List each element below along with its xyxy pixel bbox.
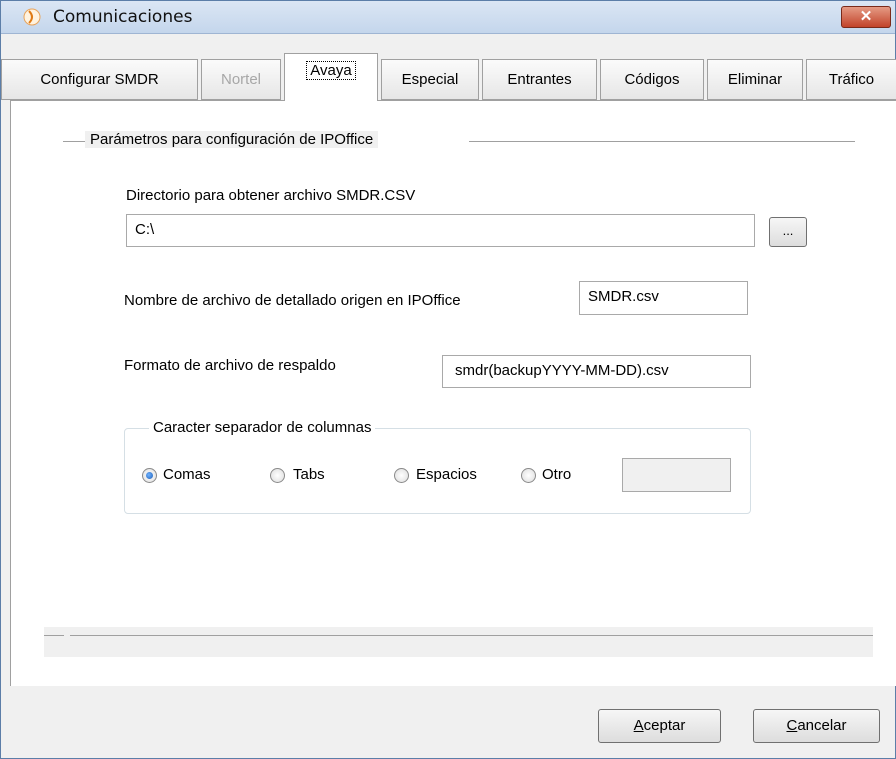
separator-legend: Caracter separador de columnas — [149, 419, 376, 436]
radio-otro-label[interactable]: Otro — [542, 466, 571, 483]
window-title: Comunicaciones — [53, 7, 193, 27]
cancel-label: ancelar — [797, 717, 847, 734]
radio-espacios-label[interactable]: Espacios — [416, 466, 477, 483]
radio-otro[interactable] — [521, 468, 536, 483]
app-logo-icon — [23, 8, 41, 26]
tab-especial[interactable]: Especial — [381, 59, 479, 100]
group-divider-left — [63, 141, 85, 142]
radio-comas-label[interactable]: Comas — [163, 466, 211, 483]
accept-button[interactable]: Aceptar — [598, 709, 721, 743]
tab-strip: Configurar SMDR Nortel Avaya Especial En… — [1, 53, 896, 101]
backup-format-label: Formato de archivo de respaldo — [124, 357, 336, 374]
tab-entrantes[interactable]: Entrantes — [482, 59, 597, 100]
accept-mnemonic: A — [633, 717, 644, 734]
close-button[interactable]: ✕ — [841, 6, 891, 28]
tab-eliminar[interactable]: Eliminar — [707, 59, 803, 100]
bottom-divider-left — [44, 635, 64, 636]
bottom-divider-right — [70, 635, 873, 636]
directory-label: Directorio para obtener archivo SMDR.CSV — [126, 187, 416, 204]
source-file-label: Nombre de archivo de detallado origen en… — [124, 292, 461, 309]
tab-codigos[interactable]: Códigos — [600, 59, 704, 100]
radio-tabs-label[interactable]: Tabs — [293, 466, 325, 483]
cancel-button[interactable]: Cancelar — [753, 709, 880, 743]
radio-comas[interactable] — [142, 468, 157, 483]
cancel-mnemonic: C — [786, 717, 798, 734]
ipoffice-group-legend: Parámetros para configuración de IPOffic… — [85, 131, 379, 148]
accept-label: ceptar — [643, 717, 686, 734]
tab-nortel: Nortel — [201, 59, 281, 100]
backup-format-input[interactable]: smdr(backupYYYY-MM-DD).csv — [442, 355, 751, 388]
tab-avaya-label: Avaya — [306, 61, 356, 80]
otro-separator-input[interactable] — [622, 458, 731, 492]
directory-input[interactable]: C:\ — [126, 214, 755, 247]
tab-avaya[interactable]: Avaya — [284, 53, 378, 101]
tab-trafico[interactable]: Tráfico — [806, 59, 896, 100]
group-divider-right — [469, 141, 855, 142]
source-file-input[interactable]: SMDR.csv — [579, 281, 748, 315]
browse-button[interactable]: ... — [769, 217, 807, 247]
radio-tabs[interactable] — [270, 468, 285, 483]
tab-configurar-smdr[interactable]: Configurar SMDR — [1, 59, 198, 100]
radio-espacios[interactable] — [394, 468, 409, 483]
title-bar[interactable]: Comunicaciones ✕ — [1, 1, 895, 34]
dialog-window: Comunicaciones ✕ Configurar SMDR Nortel … — [0, 0, 896, 759]
bottom-separator — [44, 627, 873, 657]
